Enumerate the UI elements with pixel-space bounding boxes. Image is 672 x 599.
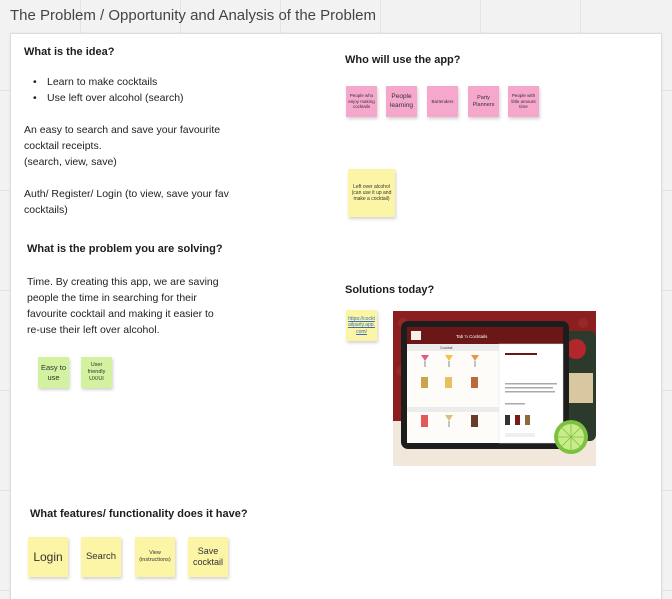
feature-sticky-view[interactable]: View (instructions) <box>135 537 175 577</box>
problem-description: Time. By creating this app, we are savin… <box>27 274 219 338</box>
idea-bullets: Learn to make cocktails Use left over al… <box>33 74 184 106</box>
problem-description-line: re-use their left over alcohol. <box>27 324 160 336</box>
user-sticky[interactable]: People who enjoy making cocktails <box>346 86 377 117</box>
idea-description: An easy to search and save your favourit… <box>24 122 220 170</box>
idea-auth: Auth/ Register/ Login (to view, save you… <box>24 186 229 218</box>
feature-sticky-save[interactable]: Save cocktail <box>188 537 228 577</box>
idea-auth-line: Auth/ Register/ Login (to view, save you… <box>24 188 229 200</box>
user-sticky[interactable]: People learning <box>386 86 417 117</box>
feature-sticky-login[interactable]: Login <box>28 537 68 577</box>
tablet-section-label: Cocktail <box>440 346 453 350</box>
idea-description-line: (search, view, save) <box>24 156 117 168</box>
link-sticky[interactable]: https://cocktailparty.app.com/ <box>346 310 377 341</box>
tablet-photo: Tab 'n Cocktails Cocktail <box>393 311 596 466</box>
users-heading: Who will use the app? <box>345 54 461 66</box>
user-sticky-leftover[interactable]: Left over alcohol (can use it up and mak… <box>348 169 395 217</box>
idea-auth-line: cocktails) <box>24 204 68 216</box>
idea-description-line: An easy to search and save your favourit… <box>24 124 221 136</box>
board-frame[interactable]: What is the idea? Learn to make cocktail… <box>10 33 662 599</box>
page-title: The Problem / Opportunity and Analysis o… <box>10 7 377 24</box>
idea-bullet: Learn to make cocktails <box>33 74 184 90</box>
solutions-heading: Solutions today? <box>345 284 435 296</box>
features-heading: What features/ functionality does it hav… <box>30 508 248 520</box>
user-sticky[interactable]: People with little amount time <box>508 86 539 117</box>
user-sticky[interactable]: Bartenders <box>427 86 458 117</box>
idea-bullet: Use left over alcohol (search) <box>33 90 184 106</box>
problem-description-line: people the time in searching for their <box>27 292 197 304</box>
problem-description-line: favourite cocktail and making it easier … <box>27 308 214 320</box>
idea-heading: What is the idea? <box>24 46 115 58</box>
tablet-screen-title: Tab 'n Cocktails <box>456 334 488 339</box>
problem-description-line: Time. By creating this app, we are savin… <box>27 276 219 288</box>
user-sticky[interactable]: Party Planners <box>468 86 499 117</box>
feature-sticky-search[interactable]: Search <box>81 537 121 577</box>
problem-sticky[interactable]: Easy to use <box>38 357 69 388</box>
idea-description-line: cocktail receipts. <box>24 140 102 152</box>
problem-heading: What is the problem you are solving? <box>27 243 223 255</box>
problem-sticky[interactable]: User friendly UX/UI <box>81 357 112 388</box>
